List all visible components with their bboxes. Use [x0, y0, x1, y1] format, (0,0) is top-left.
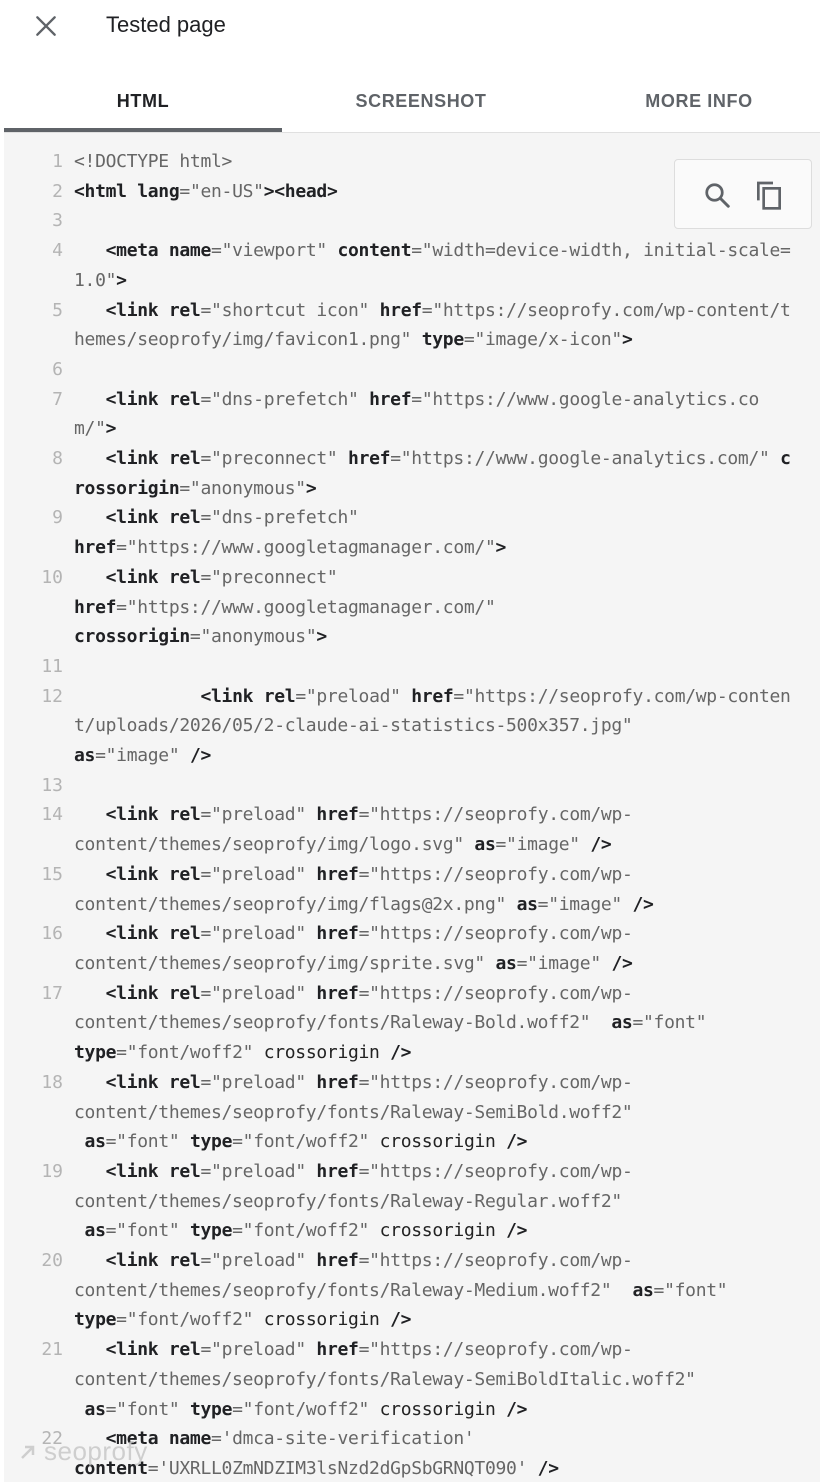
line-content: <link rel="preload" href="https://seopro… — [74, 1339, 696, 1420]
line-number: 10 — [41, 566, 63, 588]
line-content: <link rel="preload" href="https://seopro… — [74, 982, 707, 1064]
line-number: 9 — [52, 507, 63, 529]
line-number: 20 — [41, 1250, 63, 1272]
line-content: <link rel="preload" href="https://seopro… — [74, 1250, 728, 1331]
code-line: 13 ​ — [4, 771, 820, 801]
line-content: <link rel="preload" href="https://seopro… — [74, 685, 791, 767]
page-title: Tested page — [106, 12, 226, 37]
code-line: 17 <link rel="preload" href="https://seo… — [4, 979, 820, 1068]
code-line: 10 <link rel="preconnect" href="https://… — [4, 563, 820, 652]
code-line: 18 <link rel="preload" href="https://seo… — [4, 1068, 820, 1157]
line-content: <link rel="dns-prefetch" href="https://w… — [74, 388, 759, 440]
arrow-icon — [21, 1445, 35, 1459]
line-content: <link rel="preload" href="https://seopro… — [74, 923, 633, 974]
line-number: 6 — [52, 358, 63, 380]
tab-more-info[interactable]: MORE INFO — [560, 72, 820, 131]
code-viewer[interactable]: 1 <!DOCTYPE html> 2 <html lang="en-US"><hea… — [4, 133, 820, 1482]
line-content: ​ — [74, 771, 794, 801]
code-lines: 1 <!DOCTYPE html> 2 <html lang="en-US"><hea… — [4, 147, 820, 1482]
code-line: 15 <link rel="preload" href="https://seo… — [4, 860, 820, 919]
line-number: 5 — [52, 299, 63, 321]
line-number: 1 — [52, 151, 63, 172]
line-content: <link rel="preload" href="https://seopro… — [74, 1071, 633, 1153]
tab-html[interactable]: HTML — [4, 72, 282, 131]
code-line: 7 <link rel="dns-prefetch" href="https:/… — [4, 385, 820, 444]
line-number: 18 — [41, 1071, 63, 1093]
line-content: <link rel="shortcut icon" href="https://… — [74, 299, 791, 351]
line-number: 17 — [41, 982, 63, 1004]
close-icon — [36, 16, 56, 36]
code-line: 19 <link rel="preload" href="https://seo… — [4, 1157, 820, 1246]
tab-screenshot[interactable]: SCREENSHOT — [282, 72, 560, 131]
line-number: 21 — [41, 1339, 63, 1361]
line-number: 12 — [41, 685, 63, 707]
code-line: 21 <link rel="preload" href="https://seo… — [4, 1335, 820, 1424]
line-number: 3 — [52, 210, 63, 232]
code-line: 4 <meta name="viewport" content="width=d… — [4, 236, 820, 295]
line-number: 11 — [41, 655, 63, 677]
line-number: 14 — [41, 804, 63, 826]
code-line: 14 <link rel="preload" href="https://seo… — [4, 800, 820, 859]
line-content: ​ — [74, 355, 794, 385]
code-line: 6​ — [4, 355, 820, 385]
watermark: seoprofy — [18, 1436, 148, 1467]
line-content: <meta name='dmca-site-verification' cont… — [74, 1428, 559, 1479]
code-line: 9 <link rel="dns-prefetch" href="https:/… — [4, 503, 820, 562]
copy-button[interactable] — [751, 177, 787, 213]
search-button[interactable] — [699, 177, 735, 213]
line-content: <link rel="preload" href="https://seopro… — [74, 804, 633, 856]
line-number: 19 — [41, 1160, 63, 1182]
code-toolbar — [674, 159, 812, 229]
line-content: <link rel="preconnect" href="https://www… — [74, 448, 791, 499]
code-line: 5 <link rel="shortcut icon" href="https:… — [4, 296, 820, 355]
search-icon — [705, 183, 730, 208]
line-content: <meta name="viewport" content="width=dev… — [74, 240, 791, 291]
line-content: <link rel="preload" href="https://seopro… — [74, 1160, 633, 1242]
active-tab-indicator — [4, 128, 282, 132]
line-number: 7 — [52, 388, 63, 410]
copy-icon — [757, 181, 781, 210]
line-number: 16 — [41, 923, 63, 945]
line-number: 13 — [41, 774, 63, 796]
watermark-text: seoprofy — [44, 1436, 148, 1466]
code-line: 20 <link rel="preload" href="https://seo… — [4, 1246, 820, 1335]
line-content: ​ — [74, 652, 794, 682]
code-line: 12 <link rel="preload" href="https://seo… — [4, 682, 820, 771]
line-content: <link rel="dns-prefetch" href="https://w… — [74, 507, 507, 559]
tab-bar: HTML SCREENSHOT MORE INFO — [4, 72, 820, 133]
code-line: 16 <link rel="preload" href="https://seo… — [4, 919, 820, 978]
code-line: 11 ​ — [4, 652, 820, 682]
close-button[interactable] — [28, 8, 64, 44]
line-number: 2 — [52, 180, 63, 202]
line-number: 4 — [52, 240, 63, 262]
line-content: <link rel="preload" href="https://seopro… — [74, 863, 654, 915]
line-number: 15 — [41, 863, 63, 885]
code-line: 8 <link rel="preconnect" href="https://w… — [4, 444, 820, 503]
line-content: <link rel="preconnect" href="https://www… — [74, 566, 496, 648]
line-number: 8 — [52, 448, 63, 470]
